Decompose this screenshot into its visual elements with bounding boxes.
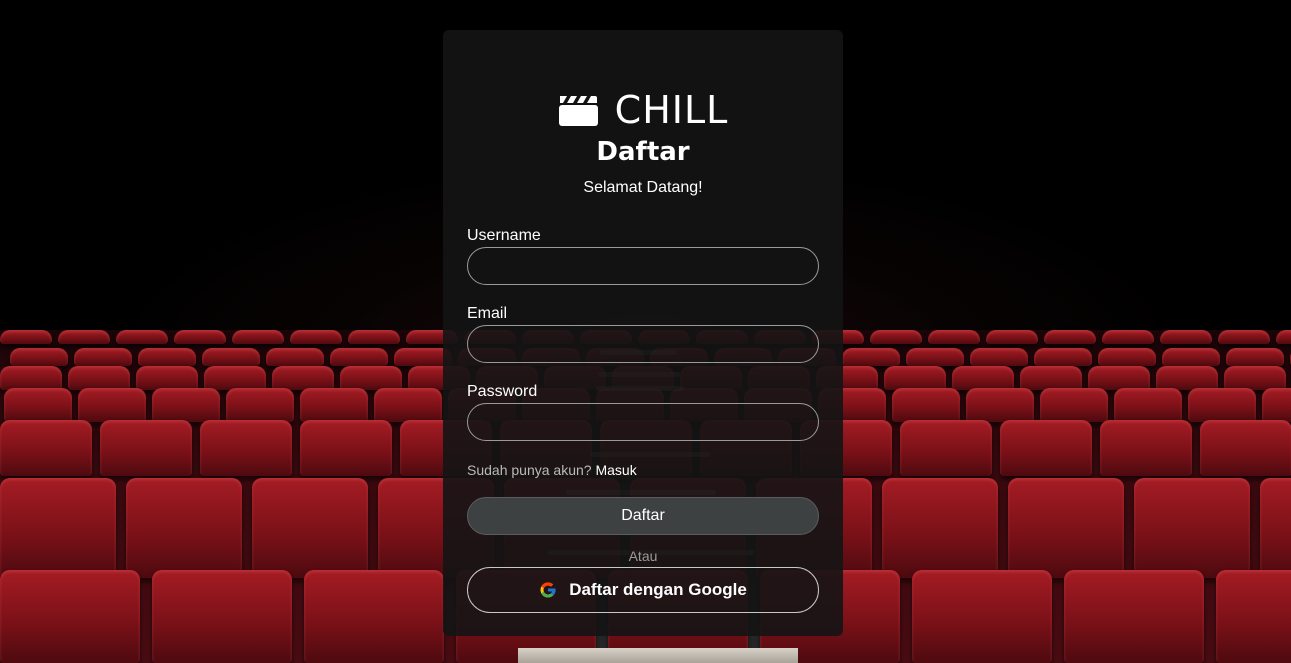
theater-seat: [1276, 330, 1291, 344]
theater-seat: [252, 478, 368, 578]
page-subtitle: Selamat Datang!: [583, 179, 703, 196]
theater-seat: [10, 348, 68, 366]
theater-seat: [1218, 330, 1270, 344]
theater-seat: [304, 570, 444, 663]
theater-seat: [348, 330, 400, 344]
theater-seat: [1008, 478, 1124, 578]
theater-seat: [116, 330, 168, 344]
theater-seat: [1160, 330, 1212, 344]
theater-seat: [1044, 330, 1096, 344]
theater-seat: [928, 330, 980, 344]
signin-link[interactable]: Masuk: [595, 462, 636, 478]
theater-seat: [202, 348, 260, 366]
theater-seat: [1156, 366, 1218, 390]
theater-seat: [126, 478, 242, 578]
theater-seat: [0, 366, 62, 390]
theater-seat: [1034, 348, 1092, 366]
password-input[interactable]: [467, 403, 819, 441]
signup-card: CHILL Daftar Selamat Datang! Username Em…: [443, 30, 843, 636]
theater-seat: [1088, 366, 1150, 390]
theater-seat: [1260, 478, 1291, 578]
theater-seat: [884, 366, 946, 390]
theater-seat: [1114, 388, 1182, 422]
signin-question: Sudah punya akun?: [467, 462, 592, 478]
theater-seat: [272, 366, 334, 390]
theater-seat: [136, 366, 198, 390]
theater-seat: [152, 388, 220, 422]
theater-seat: [882, 478, 998, 578]
theater-seat: [374, 388, 442, 422]
theater-seat: [870, 330, 922, 344]
theater-seat: [906, 348, 964, 366]
email-label: Email: [467, 305, 508, 322]
theater-seat: [1134, 478, 1250, 578]
google-signup-label: Daftar dengan Google: [569, 580, 747, 599]
theater-seat: [1200, 420, 1291, 476]
email-input[interactable]: [467, 325, 819, 363]
or-divider: Atau: [628, 548, 658, 564]
theater-seat: [1064, 570, 1204, 663]
theater-seat: [1262, 388, 1291, 422]
theater-seat: [892, 388, 960, 422]
theater-seat: [1162, 348, 1220, 366]
theater-seat: [900, 420, 992, 476]
brand-name: CHILL: [614, 88, 729, 132]
theater-seat: [78, 388, 146, 422]
theater-seat: [952, 366, 1014, 390]
theater-seat: [100, 420, 192, 476]
theater-seat: [970, 348, 1028, 366]
theater-seat: [966, 388, 1034, 422]
theater-seat: [1040, 388, 1108, 422]
theater-seat: [1226, 348, 1284, 366]
theater-seat: [1100, 420, 1192, 476]
theater-seat: [174, 330, 226, 344]
theater-seat: [842, 348, 900, 366]
signin-prompt-row: Sudah punya akun? Masuk: [467, 461, 637, 479]
theater-seat: [204, 366, 266, 390]
theater-seat: [1216, 570, 1291, 663]
theater-seat: [1098, 348, 1156, 366]
theater-seat: [340, 366, 402, 390]
google-icon: [540, 582, 556, 598]
theater-seat: [74, 348, 132, 366]
theater-seat: [1000, 420, 1092, 476]
theater-seat: [226, 388, 294, 422]
brand-logo: CHILL: [443, 88, 843, 132]
theater-seat: [58, 330, 110, 344]
theater-seat: [68, 366, 130, 390]
theater-seat: [290, 330, 342, 344]
theater-seat: [300, 420, 392, 476]
theater-seat: [200, 420, 292, 476]
theater-seat: [912, 570, 1052, 663]
clapperboard-icon: [558, 96, 598, 126]
theater-seat: [1224, 366, 1286, 390]
theater-seat: [330, 348, 388, 366]
theater-seat: [4, 388, 72, 422]
register-button[interactable]: Daftar: [467, 497, 819, 535]
theater-seat: [986, 330, 1038, 344]
theater-seat: [0, 478, 116, 578]
theater-seat: [152, 570, 292, 663]
theater-seat: [300, 388, 368, 422]
stage-edge: [518, 648, 798, 663]
theater-seat: [266, 348, 324, 366]
google-signup-button[interactable]: Daftar dengan Google: [467, 567, 819, 613]
theater-seat: [0, 330, 52, 344]
theater-seat: [138, 348, 196, 366]
theater-seat: [1102, 330, 1154, 344]
theater-seat: [0, 570, 140, 663]
theater-seat: [1020, 366, 1082, 390]
username-label: Username: [467, 227, 541, 244]
theater-seat: [1188, 388, 1256, 422]
page-title: Daftar: [596, 137, 690, 167]
password-label: Password: [467, 383, 538, 400]
username-input[interactable]: [467, 247, 819, 285]
theater-seat: [232, 330, 284, 344]
theater-seat: [0, 420, 92, 476]
